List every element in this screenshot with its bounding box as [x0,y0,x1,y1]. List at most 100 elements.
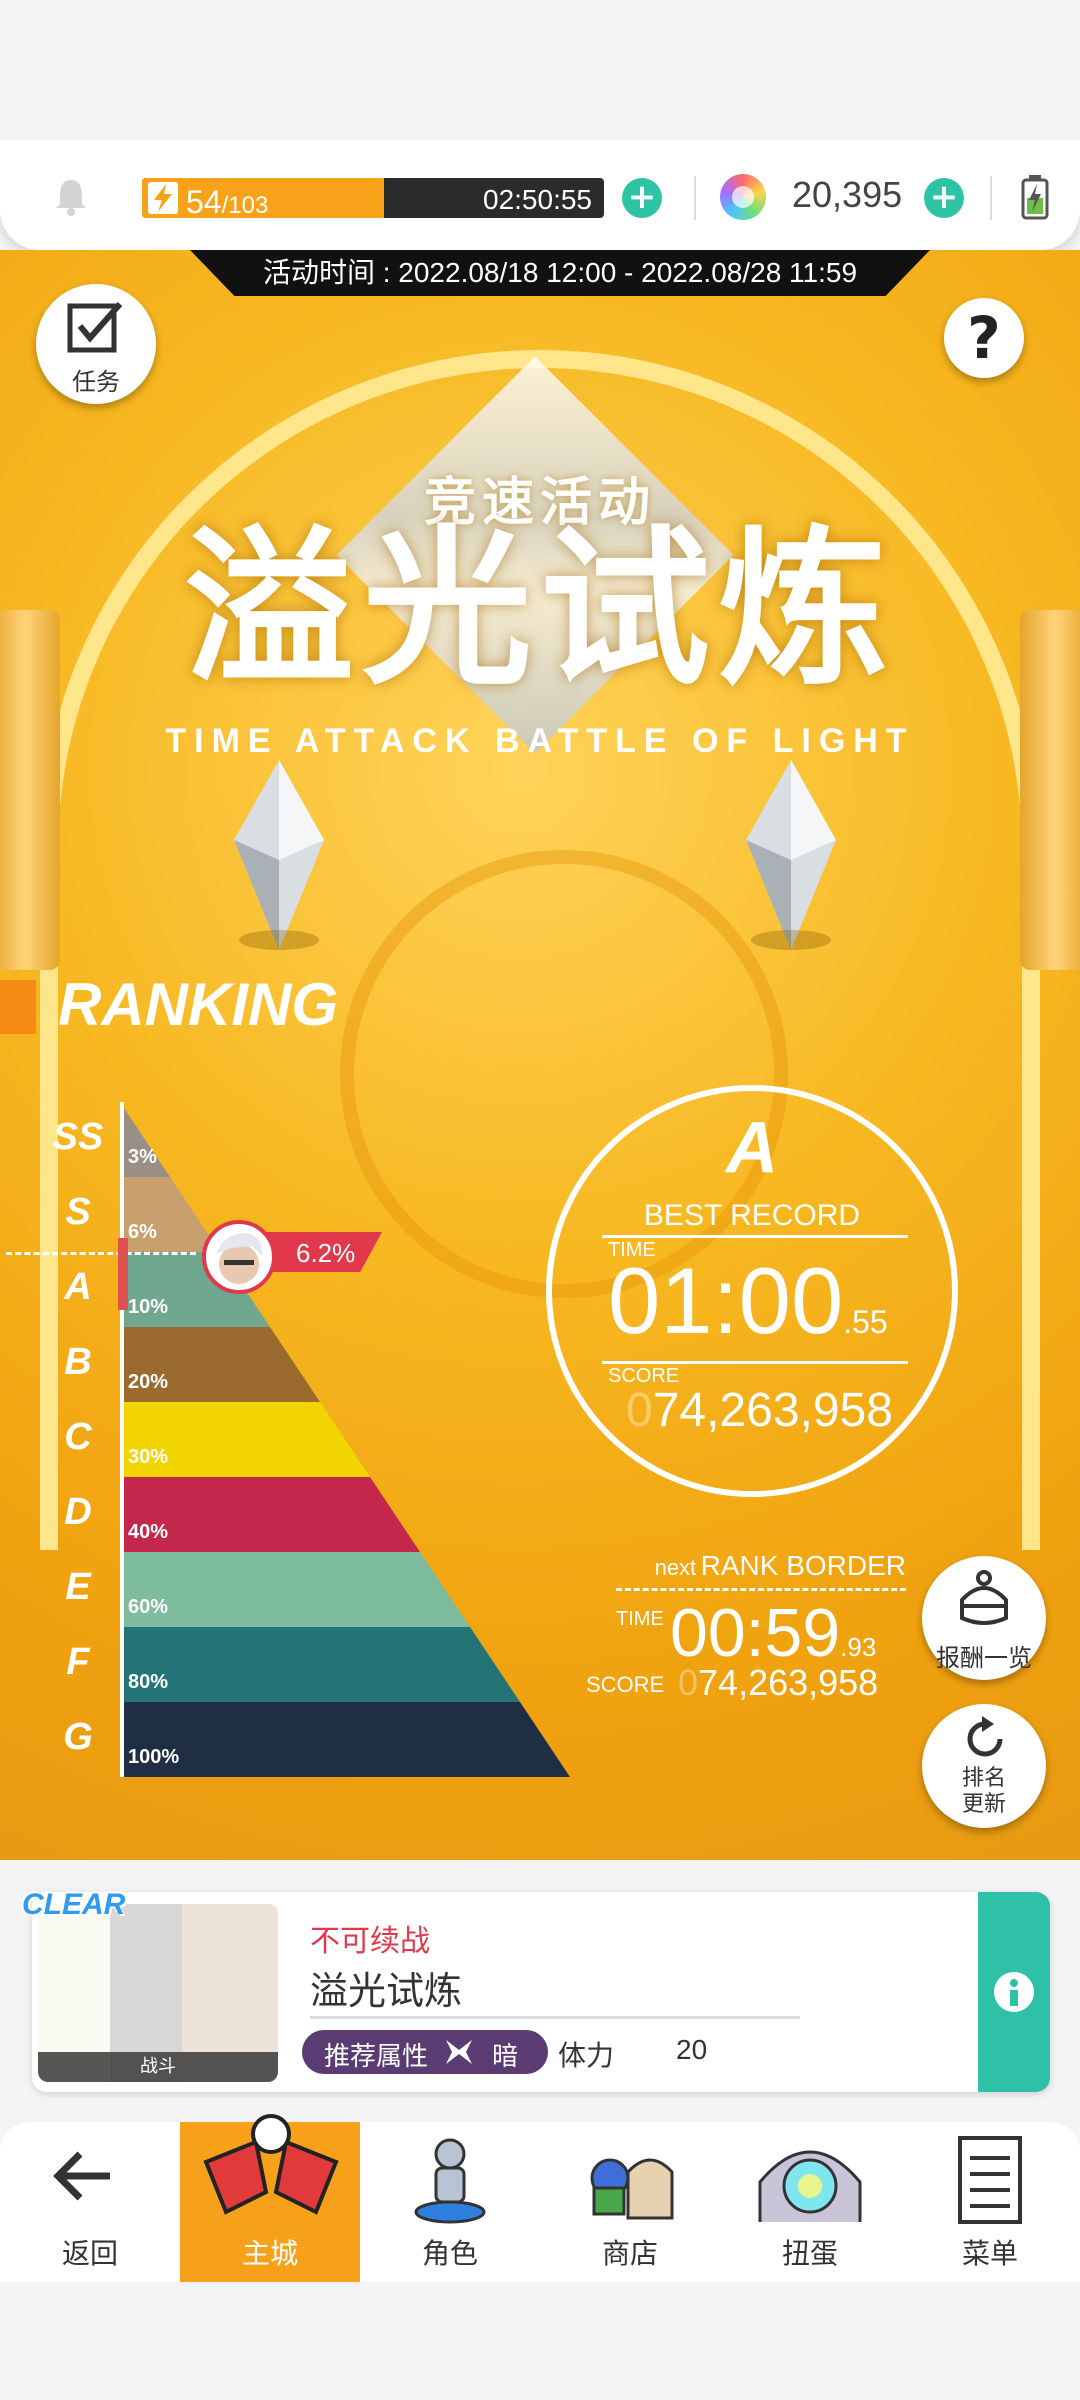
rank-label-ss: SS [52,1116,104,1158]
nav-main-city-label: 主城 [241,2237,298,2270]
mission-label: 任务 [72,368,120,396]
main-city-icon [196,2112,346,2226]
tier-percent: 40% [128,1521,168,1543]
rank-label-b: B [64,1341,92,1383]
player-position-line [6,1252,196,1255]
character-figure-icon [410,2136,490,2230]
tier-percent: 60% [128,1596,168,1618]
stage-name: 溢光试炼 [310,1969,463,2013]
event-period-banner: 活动时间 : 2022.08/18 12:00 - 2022.08/28 11:… [190,250,930,296]
nav-gacha[interactable]: 扭蛋 [720,2122,900,2282]
stamina-bar: 54/103 02:50:55 [142,178,604,218]
refresh-icon [960,1714,1010,1768]
notification-bell-icon[interactable] [48,174,94,224]
divider [990,176,992,220]
pyramid-tier-e [120,1552,470,1627]
stamina-value: 54/103 [186,184,269,218]
nav-main-city[interactable]: 主城 [180,2114,360,2282]
next-time-label: TIME [616,1608,664,1630]
refresh-ranking-label: 排名 更新 [961,1766,1006,1817]
nav-menu-label: 菜单 [961,2237,1018,2270]
refresh-ranking-button[interactable]: 排名 更新 [922,1704,1046,1828]
event-subtitle: TIME ATTACK BATTLE OF LIGHT [165,722,915,760]
stage-status: 不可续战 [310,1924,430,1959]
best-record-panel: A BEST RECORD TIME 01:00.55 SCORE 074,26… [546,1085,958,1497]
tier-percent: 100% [128,1746,179,1768]
ranking-heading: RANKING [58,971,338,1038]
tier-percent: 20% [128,1371,168,1393]
nav-menu[interactable]: 菜单 [900,2122,1080,2282]
divider [694,176,696,220]
bottom-navigation: 返回 主城 角色 商店 扭蛋 菜单 [0,2114,1080,2282]
best-record-label: BEST RECORD [643,1199,861,1232]
event-screen: 竞速活动 溢光试炼 TIME ATTACK BATTLE OF LIGHT 任务… [0,250,1080,1860]
rewards-list-label: 报酬一览 [936,1644,1032,1672]
info-icon [994,1972,1034,2012]
pyramid-tier-f [120,1627,520,1702]
nav-shop-label: 商店 [601,2237,658,2270]
stamina-cost: 20 [676,2034,708,2065]
best-rank: A [726,1108,778,1188]
element-name: 暗 [492,2042,519,2072]
tier-percent: 30% [128,1446,168,1468]
stage-card[interactable]: 战斗 不可续战 溢光试炼 推荐属性 暗 体力 20 [32,1892,1050,2092]
ranking-marker [0,980,36,1034]
next-score-label: SCORE [586,1672,665,1697]
tier-percent: 6% [128,1221,157,1243]
rank-label-e: E [65,1566,91,1608]
nav-back[interactable]: 返回 [0,2122,180,2282]
menu-list-icon [954,2134,1026,2230]
rank-label-d: D [64,1491,92,1533]
lightning-icon [148,182,178,214]
event-period-text: 活动时间 : 2022.08/18 12:00 - 2022.08/28 11:… [262,257,858,288]
mission-button[interactable]: 任务 [36,284,156,404]
next-border-heading: next RANK BORDER [654,1550,906,1581]
divider [602,1361,908,1364]
divider [602,1235,908,1238]
question-icon: ? [967,304,1001,372]
rank-label-c: C [64,1416,92,1458]
clear-badge: CLEAR [22,1888,126,1921]
best-score: 074,263,958 [626,1384,893,1437]
recommend-label: 推荐属性 [324,2042,429,2072]
crystal-gem-left-icon [214,760,344,950]
divider [310,2016,800,2019]
add-stamina-button[interactable]: + [622,178,662,218]
stage-info-button[interactable] [978,1892,1050,2092]
rank-label-s: S [65,1191,91,1233]
nav-shop[interactable]: 商店 [540,2122,720,2282]
nav-gacha-label: 扭蛋 [781,2237,838,2270]
nav-characters[interactable]: 角色 [360,2122,540,2282]
player-avatar [202,1220,276,1294]
top-status-bar: 54/103 02:50:55 + 20,395 + [0,140,1080,250]
shop-bag-icon [580,2138,680,2232]
nav-back-label: 返回 [61,2237,118,2270]
next-border-score: 074,263,958 [678,1662,879,1703]
player-percent: 6.2% [296,1238,356,1268]
crystal-gem-right-icon [726,760,856,950]
rank-label-f: F [66,1641,90,1683]
next-border-time: 00:59.93 [670,1595,877,1671]
best-time: 01:00.55 [608,1248,888,1353]
ranking-pyramid: 3% 6% 10% 20% 30% 40% 60% 80% 100% [120,1102,570,1777]
rewards-list-button[interactable]: 报酬一览 [922,1556,1046,1680]
tier-percent: 80% [128,1671,168,1693]
tier-percent: 3% [128,1146,157,1168]
add-gems-button[interactable]: + [924,178,964,218]
checklist-icon [66,300,126,360]
stamina-cost-label: 体力 [558,2039,615,2072]
thumbnail-label: 战斗 [140,2056,176,2077]
gem-count: 20,395 [792,174,903,215]
rank-label-g: G [63,1716,93,1758]
tier-percent: 10% [128,1296,168,1318]
stamina-timer: 02:50:55 [483,184,592,215]
pyramid-tier-g [120,1702,570,1777]
dark-element-icon [444,2038,474,2070]
rank-label-a: A [64,1266,92,1308]
gacha-portal-icon [750,2132,870,2232]
player-rank-highlight [118,1238,128,1310]
back-arrow-icon [50,2148,114,2208]
gem-currency-icon [720,174,766,220]
help-button[interactable]: ? [944,298,1024,378]
nav-characters-label: 角色 [421,2237,478,2270]
